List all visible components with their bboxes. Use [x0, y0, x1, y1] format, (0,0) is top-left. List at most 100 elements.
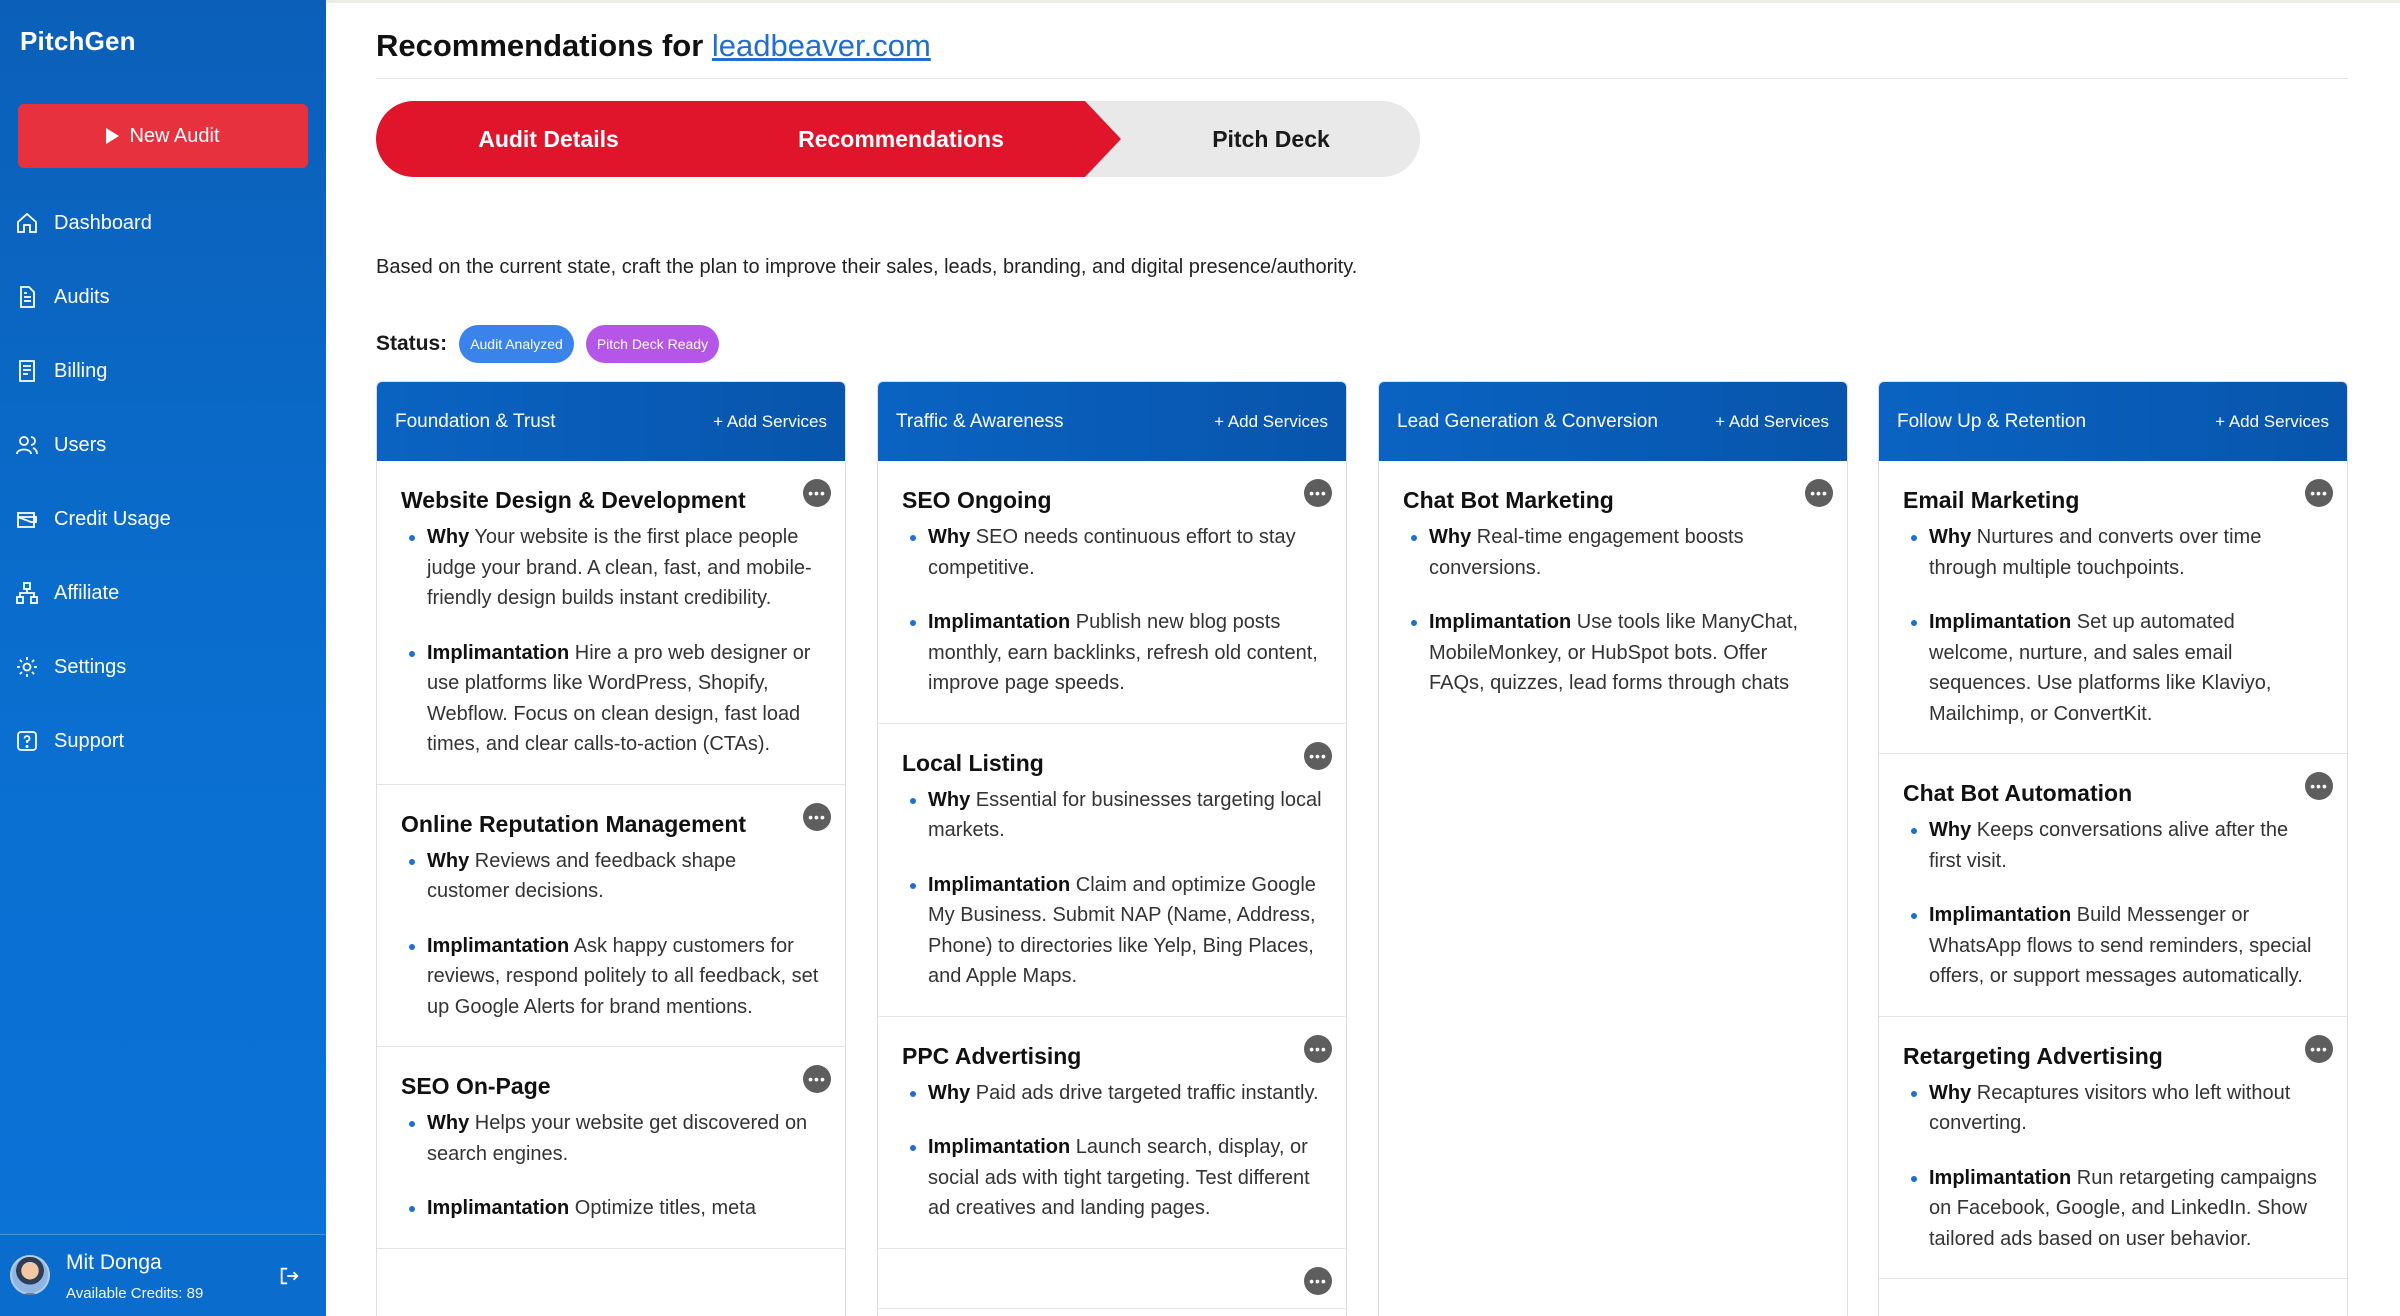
more-options-icon[interactable]: ••• [803, 1065, 831, 1093]
status-row: Status: Audit Analyzed Pitch Deck Ready [376, 324, 720, 364]
more-options-icon[interactable]: ••• [1805, 479, 1833, 507]
new-audit-label: New Audit [129, 124, 220, 147]
brand-logo: PitchGen [20, 26, 136, 56]
user-profile: Mit Donga Available Credits: 89 [0, 1234, 326, 1316]
why-bullet: Why Helps your website get discovered on… [401, 1108, 821, 1169]
why-bullet: Why Nurtures and converts over time thro… [1903, 522, 2323, 583]
card-title: Email Marketing [1903, 487, 2080, 513]
network-icon [14, 580, 40, 606]
column-traffic-awareness: Traffic & Awareness + Add Services ••• S… [877, 381, 1347, 1316]
service-card: ••• SEO On-Page Why Helps your website g… [377, 1047, 845, 1249]
logout-icon[interactable] [278, 1265, 302, 1289]
implementation-label: Implimantation [1929, 1166, 2072, 1189]
add-services-button[interactable]: + Add Services [1715, 412, 1829, 432]
why-bullet: Why SEO needs continuous effort to stay … [902, 522, 1322, 583]
sidebar-item-dashboard[interactable]: Dashboard [0, 186, 326, 260]
sidebar-item-users[interactable]: Users [0, 408, 326, 482]
sidebar: PitchGen New Audit Dashboard Audits Bill… [0, 0, 326, 1316]
add-services-button[interactable]: + Add Services [1214, 412, 1328, 432]
domain-link[interactable]: leadbeaver.com [712, 28, 931, 63]
more-options-icon[interactable]: ••• [803, 802, 831, 831]
why-label: Why [427, 1112, 470, 1134]
column-header: Follow Up & Retention + Add Services [1879, 382, 2347, 461]
avatar[interactable] [10, 1255, 50, 1295]
more-options-icon[interactable]: ••• [1304, 1034, 1332, 1063]
sidebar-nav: Dashboard Audits Billing Users Credit Us… [0, 186, 326, 778]
more-options-icon[interactable]: ••• [2305, 772, 2333, 800]
title-divider [376, 78, 2348, 79]
column-header: Lead Generation & Conversion + Add Servi… [1379, 382, 1847, 461]
implementation-bullet: Implimantation Hire a pro web designer o… [401, 638, 821, 760]
card-title: Retargeting Advertising [1903, 1042, 2163, 1069]
step-audit-details[interactable]: Audit Details [376, 101, 721, 177]
implementation-label: Implimantation [1929, 904, 2072, 926]
more-options-icon[interactable]: ••• [2305, 1034, 2333, 1063]
why-label: Why [928, 788, 971, 811]
card-title: Chat Bot Marketing [1403, 487, 1614, 513]
why-label: Why [1929, 819, 1972, 841]
sidebar-item-label: Affiliate [54, 581, 120, 604]
service-card: ••• Local Listing Why Essential for busi… [878, 724, 1346, 1017]
implementation-bullet: Implimantation Ask happy customers for r… [401, 931, 821, 1023]
sidebar-item-billing[interactable]: Billing [0, 334, 326, 408]
column-title: Follow Up & Retention [1897, 410, 2087, 432]
new-audit-button[interactable]: New Audit [18, 104, 308, 168]
implementation-label: Implimantation [928, 1136, 1071, 1158]
sidebar-item-label: Dashboard [54, 211, 152, 234]
why-text: Nurtures and converts over time through … [1929, 526, 2262, 579]
why-text: Paid ads drive targeted traffic instantl… [975, 1081, 1319, 1104]
more-options-icon[interactable]: ••• [1304, 1266, 1332, 1295]
service-card: ••• Chat Bot Automation Why Keeps conver… [1879, 754, 2347, 1017]
column-header: Traffic & Awareness + Add Services [878, 382, 1346, 461]
implementation-bullet: Implimantation Use tools like ManyChat, … [1403, 607, 1823, 699]
card-title: Local Listing [902, 749, 1044, 776]
why-text: Helps your website get discovered on sea… [427, 1112, 808, 1165]
sidebar-item-label: Credit Usage [54, 507, 171, 530]
page-title: Recommendations for leadbeaver.com [376, 28, 931, 64]
why-bullet: Why Your website is the first place peop… [401, 522, 821, 614]
implementation-bullet: Implimantation Publish new blog posts mo… [902, 607, 1322, 699]
why-bullet: Why Paid ads drive targeted traffic inst… [902, 1078, 1322, 1109]
add-services-button[interactable]: + Add Services [713, 412, 827, 432]
why-label: Why [928, 526, 971, 548]
more-options-icon[interactable]: ••• [803, 479, 831, 507]
sidebar-item-credit-usage[interactable]: Credit Usage [0, 482, 326, 556]
sidebar-item-audits[interactable]: Audits [0, 260, 326, 334]
implementation-bullet: Implimantation Claim and optimize Google… [902, 870, 1322, 992]
service-card: ••• Website Design & Development Why You… [377, 461, 845, 785]
why-text: Recaptures visitors who left without con… [1929, 1081, 2291, 1135]
implementation-label: Implimantation [1929, 611, 2072, 633]
more-options-icon[interactable]: ••• [1304, 479, 1332, 507]
why-text: Keeps conversations alive after the firs… [1929, 819, 2289, 872]
card-title: SEO Ongoing [902, 487, 1052, 513]
play-icon [106, 128, 120, 144]
more-options-icon[interactable]: ••• [2305, 479, 2333, 507]
card-title: PPC Advertising [902, 1042, 1082, 1069]
implementation-text: Optimize titles, meta [574, 1197, 756, 1219]
why-bullet: Why Recaptures visitors who left without… [1903, 1078, 2323, 1139]
column-title: Traffic & Awareness [896, 410, 1064, 432]
implementation-label: Implimantation [427, 934, 570, 957]
step-recommendations[interactable]: Recommendations [721, 101, 1081, 177]
wallet-icon [14, 506, 40, 532]
users-icon [14, 432, 40, 458]
sidebar-item-settings[interactable]: Settings [0, 630, 326, 704]
why-text: Real-time engagement boosts conversions. [1429, 526, 1744, 579]
why-text: Reviews and feedback shape customer deci… [427, 849, 737, 903]
card-title: Website Design & Development [401, 487, 746, 513]
sidebar-item-affiliate[interactable]: Affiliate [0, 556, 326, 630]
implementation-label: Implimantation [928, 873, 1071, 896]
step-pitch-deck[interactable]: Pitch Deck [1121, 101, 1421, 177]
progress-stepper: Audit Details Recommendations Pitch Deck [376, 101, 1420, 177]
sidebar-item-support[interactable]: Support [0, 704, 326, 778]
more-options-icon[interactable]: ••• [1304, 741, 1332, 770]
implementation-bullet: Implimantation Optimize titles, meta [401, 1193, 821, 1224]
why-label: Why [427, 849, 470, 872]
why-text: Essential for businesses targeting local… [928, 788, 1322, 842]
service-card: ••• [878, 1249, 1346, 1309]
why-bullet: Why Essential for businesses targeting l… [902, 785, 1322, 846]
implementation-label: Implimantation [928, 611, 1071, 633]
implementation-bullet: Implimantation Launch search, display, o… [902, 1132, 1322, 1224]
main-content: Recommendations for leadbeaver.com Audit… [376, 0, 2348, 1316]
add-services-button[interactable]: + Add Services [2215, 412, 2329, 432]
